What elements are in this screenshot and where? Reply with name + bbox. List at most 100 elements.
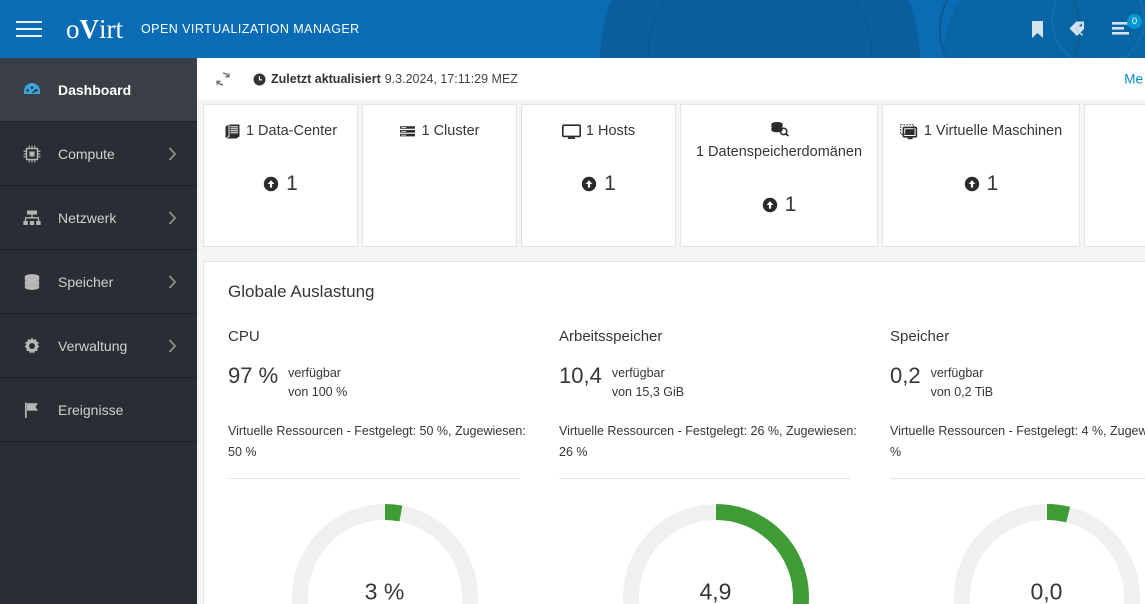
hamburger-bar — [16, 21, 42, 23]
chevron-right-icon — [168, 274, 177, 289]
chevron-right-icon — [168, 146, 177, 161]
logo-text-cap: V — [79, 13, 100, 44]
kpi-card-status-value: 1 — [784, 193, 797, 217]
hamburger-bar — [16, 35, 42, 37]
kpi-card-status: 1 — [964, 172, 999, 196]
utilization-columns: CPU 97 % verfügbar von 100 % Virtuelle R… — [228, 328, 1145, 604]
clock-icon — [253, 73, 266, 86]
kpi-card-title: 1 Datenspeicherdomänen — [681, 121, 877, 163]
kpi-card-title: 8 — [1141, 121, 1145, 142]
refresh-bar: Zuletzt aktualisiert 9.3.2024, 17:11:29 … — [197, 58, 1145, 100]
arrow-up-circle-icon — [964, 176, 980, 192]
host-monitor-icon — [561, 123, 581, 140]
available-total: von 0,2 TiB — [930, 385, 994, 400]
sidebar-item-dashboard[interactable]: Dashboard — [0, 58, 197, 122]
available-description: verfügbar von 0,2 TiB — [931, 363, 994, 403]
kpi-card-row: 1 Data-Center 1 1 Cluster 1 Hosts 1 1 Da… — [197, 100, 1145, 252]
flag-icon — [22, 400, 52, 420]
kpi-card-status-value: 1 — [604, 172, 616, 196]
sidebar-item-verwaltung[interactable]: Verwaltung — [0, 314, 197, 378]
kpi-card-alerts[interactable]: 8 1 — [1084, 104, 1145, 247]
kpi-card-cluster[interactable]: 1 Cluster — [362, 104, 517, 247]
refresh-icon[interactable] — [215, 71, 231, 87]
available-description: verfügbar von 100 % — [288, 363, 347, 403]
donut-value: 0,0 — [1030, 578, 1063, 604]
kpi-card-status-value: 1 — [286, 172, 298, 196]
sidebar-item-label: Speicher — [58, 273, 114, 290]
sidebar: Dashboard Compute Netzwerk Speicher Verw… — [0, 58, 197, 604]
cluster-server-icon — [399, 124, 416, 140]
database-icon — [22, 272, 52, 292]
sidebar-item-netzwerk[interactable]: Netzwerk — [0, 186, 197, 250]
notification-list-icon[interactable]: 0 — [1112, 13, 1142, 38]
utilization-column-cpu: CPU 97 % verfügbar von 100 % Virtuelle R… — [228, 328, 559, 604]
donut-value: 3 % — [364, 578, 405, 604]
kpi-card-virtuelle-maschinen[interactable]: 1 Virtuelle Maschinen 1 — [882, 104, 1080, 247]
kpi-card-title-text: 1 Cluster — [421, 123, 480, 139]
donut-center-text: 0,0 TiB verwendet — [947, 578, 1145, 604]
cpu-chip-icon — [22, 144, 52, 164]
column-divider — [890, 477, 1145, 479]
last-updated-timestamp: 9.3.2024, 17:11:29 MEZ — [384, 72, 518, 86]
sidebar-item-ereignisse[interactable]: Ereignisse — [0, 378, 197, 442]
notification-badge: 0 — [1127, 13, 1142, 29]
column-divider — [228, 477, 519, 479]
last-updated-label: Zuletzt aktualisiert — [271, 72, 381, 86]
ovirt-logo[interactable]: oVirt — [66, 13, 123, 44]
kpi-card-title-text: 1 Hosts — [585, 123, 636, 139]
masthead: oVirt OPEN VIRTUALIZATION MANAGER 0 — [0, 0, 1145, 58]
available-label: verfügbar — [611, 366, 665, 380]
kpi-card-title-text: 1 Virtuelle Maschinen — [923, 123, 1063, 139]
arrow-up-circle-icon — [581, 176, 597, 192]
utilization-column-arbeitsspeicher: Arbeitsspeicher 10,4 verfügbar von 15,3 … — [559, 328, 890, 604]
column-title: CPU — [228, 328, 260, 345]
kpi-card-title-text: 1 Data-Center — [245, 123, 338, 139]
kpi-card-status: 1 — [263, 172, 298, 196]
panel-title: Globale Auslastung — [228, 282, 375, 301]
arrow-up-circle-icon — [762, 197, 778, 213]
kpi-card-title: 1 Virtuelle Maschinen — [894, 121, 1068, 142]
kpi-card-status-value: 1 — [986, 172, 999, 196]
virtual-resources-text: Virtuelle Ressourcen - Festgelegt: 26 %,… — [559, 423, 857, 460]
available-value: 97 % — [228, 363, 279, 388]
virtual-resources-text: Virtuelle Ressourcen - Festgelegt: 50 %,… — [228, 423, 526, 460]
kpi-card-title: 1 Cluster — [393, 121, 485, 142]
available-total: von 100 % — [288, 385, 348, 400]
virtual-machine-icon — [900, 123, 919, 140]
sidebar-item-speicher[interactable]: Speicher — [0, 250, 197, 314]
more-link[interactable]: Me — [1124, 72, 1145, 87]
column-title: Arbeitsspeicher — [559, 328, 663, 345]
kpi-card-status: 1 — [581, 172, 616, 196]
storage-donut-chart: 0,0 TiB verwendet — [947, 497, 1145, 604]
memory-donut-chart: 4,9 GiB verwendet — [616, 497, 816, 604]
kpi-card-title: 1 Data-Center — [218, 121, 343, 142]
sidebar-item-label: Verwaltung — [58, 337, 128, 354]
sidebar-item-compute[interactable]: Compute — [0, 122, 197, 186]
kpi-card-datenspeicherdomaenen[interactable]: 1 Datenspeicherdomänen 1 — [680, 104, 878, 247]
kpi-card-hosts[interactable]: 1 Hosts 1 — [521, 104, 676, 247]
main-content: Zuletzt aktualisiert 9.3.2024, 17:11:29 … — [197, 58, 1145, 604]
hamburger-menu-button[interactable] — [0, 0, 58, 58]
hamburger-bar — [16, 28, 42, 30]
storage-domain-icon — [770, 121, 789, 137]
logo-text-pre: o — [66, 13, 80, 44]
chevron-right-icon — [168, 210, 177, 225]
cpu-donut-chart: 3 % Verwendet — [285, 497, 485, 604]
chevron-right-icon — [168, 338, 177, 353]
utilization-column-speicher: Speicher 0,2 verfügbar von 0,2 TiB Virtu… — [890, 328, 1145, 604]
column-title: Speicher — [890, 328, 950, 345]
tag-icon[interactable] — [1068, 20, 1090, 39]
bookmark-icon[interactable] — [1029, 20, 1046, 39]
donut-center-text: 4,9 GiB verwendet — [616, 578, 816, 604]
available-value: 0,2 — [890, 363, 921, 388]
kpi-card-status: 1 — [762, 193, 797, 217]
dashboard-gauge-icon — [22, 80, 52, 100]
virtual-resources-text: Virtuelle Ressourcen - Festgelegt: 4 %, … — [890, 423, 1145, 460]
logo-text-post: irt — [99, 13, 123, 44]
kpi-card-title: 1 Hosts — [556, 121, 641, 142]
available-total: von 15,3 GiB — [611, 385, 685, 400]
donut-center-text: 3 % Verwendet — [285, 578, 485, 604]
kpi-card-data-center[interactable]: 1 Data-Center 1 — [203, 104, 358, 247]
available-value: 10,4 — [559, 363, 602, 388]
available-row: 0,2 verfügbar von 0,2 TiB — [890, 363, 1145, 403]
